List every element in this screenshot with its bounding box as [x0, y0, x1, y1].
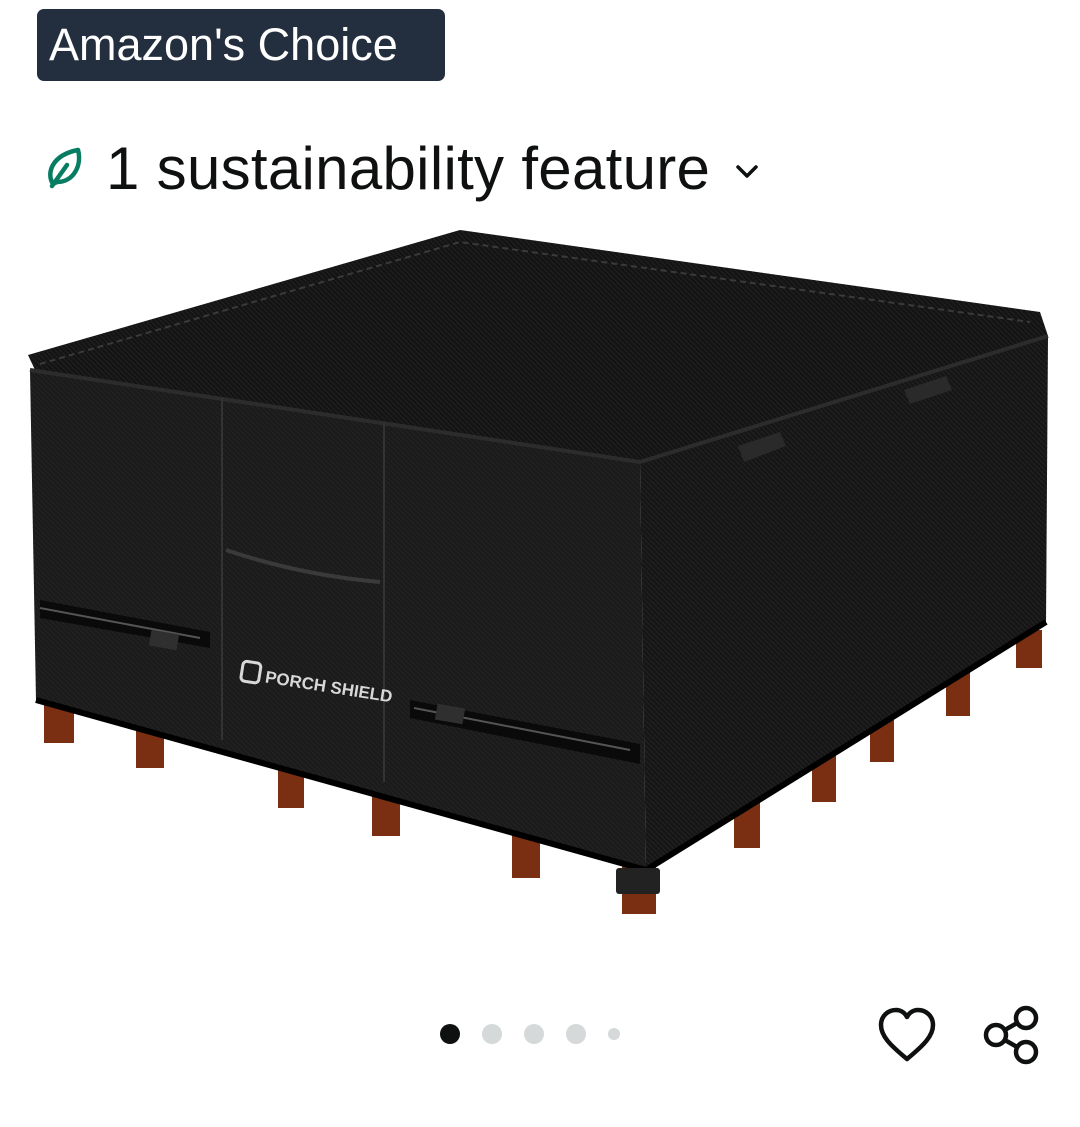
share-icon[interactable] [980, 1003, 1044, 1067]
carousel-dot[interactable] [524, 1024, 544, 1044]
carousel-dot[interactable] [608, 1028, 620, 1040]
sustainability-feature-toggle[interactable]: 1 sustainability feature [42, 128, 764, 208]
sustainability-label: 1 sustainability feature [106, 134, 711, 202]
badge-label: Amazon's Choice [49, 19, 398, 70]
leaf-icon [42, 144, 86, 192]
chevron-down-icon [730, 155, 764, 189]
carousel-dot[interactable] [482, 1024, 502, 1044]
amazons-choice-badge: Amazon's Choice [37, 9, 445, 81]
product-detail-page: Amazon's Choice 1 sustainability feature [0, 0, 1080, 1127]
carousel-dot[interactable] [566, 1024, 586, 1044]
product-image[interactable]: PORCH SHIELD [0, 220, 1080, 930]
heart-icon[interactable] [876, 1005, 938, 1067]
image-carousel-indicator[interactable] [440, 1024, 642, 1044]
carousel-dot[interactable] [440, 1024, 460, 1044]
